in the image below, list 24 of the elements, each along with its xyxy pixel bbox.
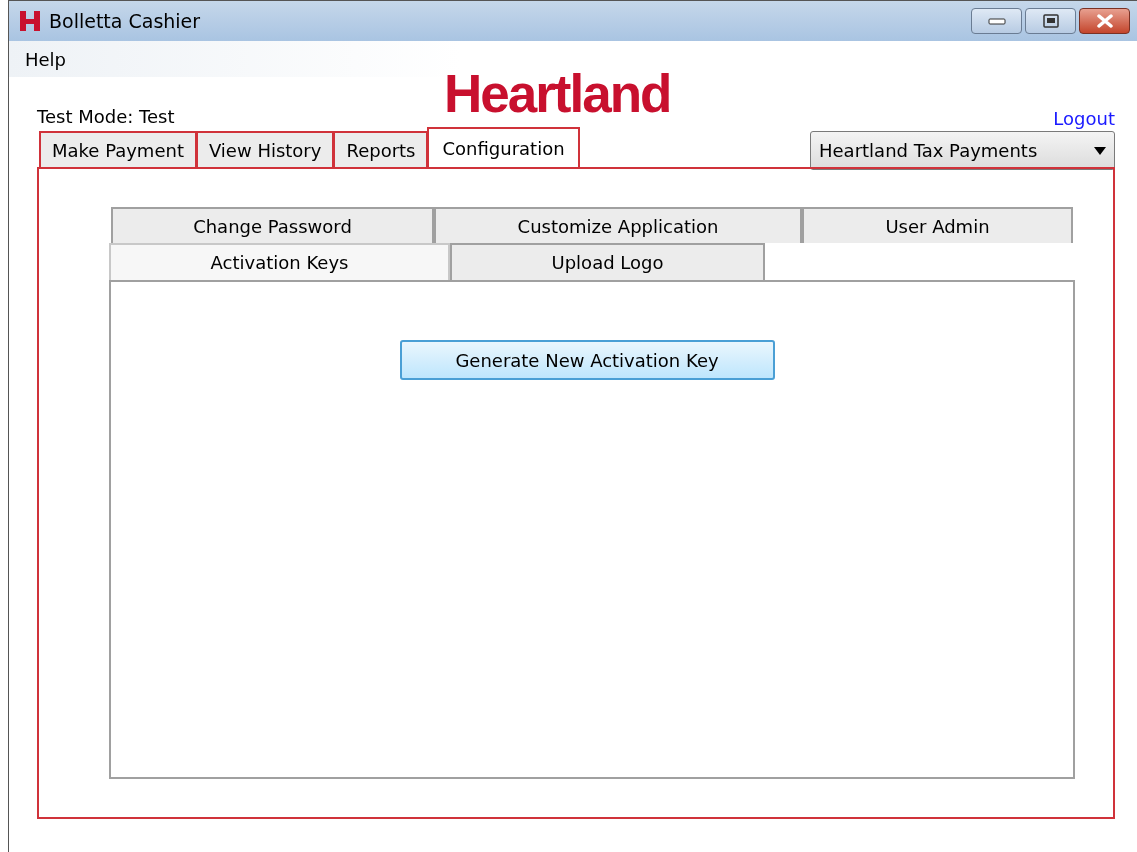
- account-dropdown[interactable]: Heartland Tax Payments: [810, 131, 1115, 170]
- tab[interactable]: Configuration: [427, 127, 580, 167]
- tab[interactable]: View History: [195, 131, 335, 167]
- tab[interactable]: Make Payment: [39, 131, 197, 167]
- sub-tab[interactable]: Upload Logo: [450, 243, 765, 280]
- sub-tab[interactable]: User Admin: [802, 207, 1073, 243]
- menu-item[interactable]: Help: [25, 48, 67, 70]
- minimize-button[interactable]: [971, 8, 1022, 34]
- window-title: Bolletta Cashier: [49, 10, 201, 32]
- minimize-icon: [987, 17, 1006, 25]
- app-logo-icon: [19, 10, 41, 32]
- tab[interactable]: Reports: [333, 131, 429, 167]
- brand-logo: Heartland: [444, 63, 671, 124]
- sub-tab[interactable]: Change Password: [111, 207, 434, 243]
- maximize-icon: [1042, 14, 1059, 28]
- dropdown-arrow-icon: [1094, 146, 1106, 155]
- logout-link[interactable]: Logout: [1053, 108, 1115, 129]
- test-mode-label: Test Mode: Test: [37, 105, 176, 127]
- sub-tab[interactable]: Activation Keys: [109, 243, 450, 280]
- close-icon: [1095, 14, 1114, 28]
- maximize-button[interactable]: [1025, 8, 1076, 34]
- close-button[interactable]: [1079, 8, 1130, 34]
- sub-tab[interactable]: Customize Application: [434, 207, 802, 243]
- generate-key-button[interactable]: Generate New Activation Key: [399, 340, 775, 380]
